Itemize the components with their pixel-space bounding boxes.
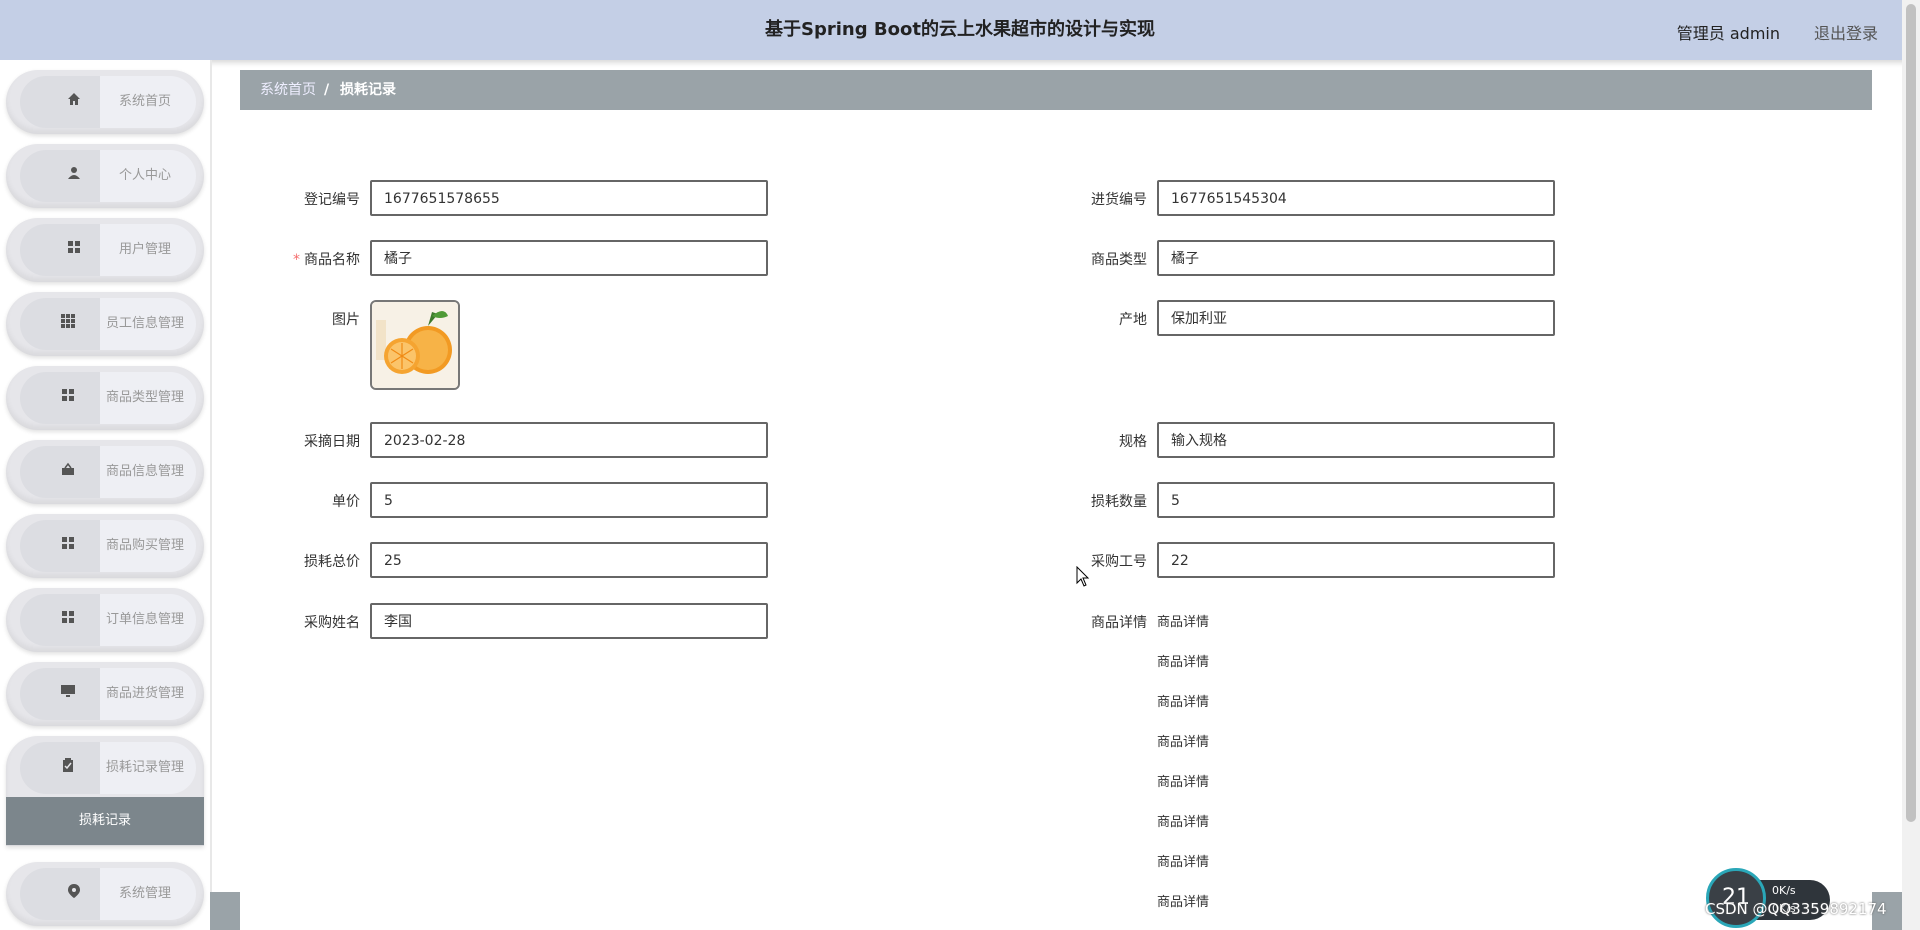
sidebar-item-label: 员工信息管理 [105, 316, 184, 331]
menu-pill-left [20, 76, 100, 128]
product-type-field[interactable]: 橘子 [1157, 240, 1555, 276]
sidebar-item-label: 商品信息管理 [105, 464, 184, 479]
buyer-id-field[interactable]: 22 [1157, 542, 1555, 578]
loss-qty-field[interactable]: 5 [1157, 482, 1555, 518]
sidebar-item-products[interactable]: 商品信息管理 [6, 440, 204, 504]
top-header: 基于Spring Boot的云上水果超市的设计与实现 管理员 admin 退出登… [0, 0, 1920, 60]
pick-date-field[interactable]: 2023-02-28 [370, 422, 768, 458]
product-name-label-text: 商品名称 [304, 252, 360, 268]
sidebar-item-system[interactable]: 系统管理 [6, 862, 204, 926]
breadcrumb-home[interactable]: 系统首页 [260, 70, 316, 110]
sidebar-item-label: 订单信息管理 [105, 612, 184, 627]
loss-total-field[interactable]: 25 [370, 542, 768, 578]
sidebar-item-label: 系统首页 [118, 94, 171, 109]
sidebar-item-label: 损耗记录管理 [105, 760, 184, 775]
product-name-field[interactable]: 橘子 [370, 240, 768, 276]
sidebar-item-home[interactable]: 系统首页 [6, 70, 204, 134]
detail-line: 商品详情 [1157, 695, 1210, 710]
mouse-cursor-icon [1076, 566, 1090, 587]
current-user: 管理员 admin [1676, 24, 1780, 43]
breadcrumb-separator: / [324, 82, 330, 98]
buyer-name-label: 采购姓名 [304, 615, 360, 631]
purchase-no-field[interactable]: 1677651545304 [1157, 180, 1555, 216]
sidebar-item-label: 系统管理 [118, 886, 171, 901]
watermark: CSDN @QQ3359892174 [1705, 900, 1887, 918]
app-title: 基于Spring Boot的云上水果超市的设计与实现 [765, 19, 1155, 40]
required-mark: * [293, 252, 300, 268]
home-icon [64, 92, 84, 112]
network-speed-widget[interactable]: 0K/s 0K/s 21 [1706, 868, 1830, 930]
breadcrumb-current: 损耗记录 [340, 82, 396, 98]
register-no-label: 登记编号 [304, 192, 360, 208]
menu-pill-left [20, 868, 100, 920]
sidebar-item-label: 商品类型管理 [105, 390, 184, 405]
sidebar-item-label: 个人中心 [118, 168, 171, 183]
menu-pill-left [20, 150, 100, 202]
sidebar-item-profile[interactable]: 个人中心 [6, 144, 204, 208]
sidebar-item-users[interactable]: 用户管理 [6, 218, 204, 282]
grid-icon [58, 536, 78, 556]
detail-line: 商品详情 [1157, 855, 1210, 870]
upload-speed: 0K/s [1772, 884, 1796, 897]
picture-label: 图片 [332, 312, 360, 328]
logout-link[interactable]: 退出登录 [1814, 20, 1878, 44]
details-label: 商品详情 [1091, 615, 1147, 631]
unit-price-label: 单价 [332, 494, 360, 510]
sidebar-divider [210, 60, 212, 930]
detail-line: 商品详情 [1157, 735, 1210, 750]
clipboard-icon [58, 758, 78, 778]
goods-icon [58, 462, 78, 482]
grid-icon [58, 388, 78, 408]
sidebar-item-product-types[interactable]: 商品类型管理 [6, 366, 204, 430]
orange-picture [372, 302, 458, 388]
sidebar-item-label: 商品购买管理 [105, 538, 184, 553]
sidebar-item-label: 用户管理 [118, 242, 171, 257]
location-icon [64, 884, 84, 904]
loss-total-label: 损耗总价 [304, 554, 360, 570]
register-no-field[interactable]: 1677651578655 [370, 180, 768, 216]
spec-label: 规格 [1119, 434, 1147, 450]
buyer-name-field[interactable]: 李国 [370, 603, 768, 639]
pick-date-label: 采摘日期 [304, 434, 360, 450]
origin-label: 产地 [1119, 312, 1147, 328]
sidebar-item-stock-in[interactable]: 商品进货管理 [6, 662, 204, 726]
speed-value: 21 [1706, 868, 1766, 928]
submenu-loss-record[interactable]: 损耗记录 [6, 797, 204, 845]
sidebar-item-purchases[interactable]: 商品购买管理 [6, 514, 204, 578]
unit-price-field[interactable]: 5 [370, 482, 768, 518]
purchase-no-label: 进货编号 [1091, 192, 1147, 208]
grid-icon [58, 610, 78, 630]
user-icon [64, 166, 84, 186]
detail-line: 商品详情 [1157, 655, 1210, 670]
monitor-icon [58, 684, 78, 704]
detail-line: 商品详情 [1157, 775, 1210, 790]
grid-icon [64, 240, 84, 260]
menu-pill-left [20, 224, 100, 276]
sidebar-item-label: 商品进货管理 [105, 686, 184, 701]
sidebar-item-orders[interactable]: 订单信息管理 [6, 588, 204, 652]
sidebar-item-staff[interactable]: 员工信息管理 [6, 292, 204, 356]
detail-line: 商品详情 [1157, 815, 1210, 830]
origin-field[interactable]: 保加利亚 [1157, 300, 1555, 336]
detail-line: 商品详情 [1157, 615, 1210, 630]
product-type-label: 商品类型 [1091, 252, 1147, 268]
footer-left-block [210, 892, 240, 930]
detail-line: 商品详情 [1157, 895, 1210, 910]
product-name-label: * 商品名称 [240, 250, 360, 270]
apps-icon [58, 314, 78, 334]
loss-qty-label: 损耗数量 [1091, 494, 1147, 510]
scrollbar-thumb[interactable] [1906, 4, 1916, 822]
spec-field[interactable]: 输入规格 [1157, 422, 1555, 458]
breadcrumb: 系统首页 / 损耗记录 [240, 70, 1872, 110]
product-image[interactable] [370, 300, 460, 390]
